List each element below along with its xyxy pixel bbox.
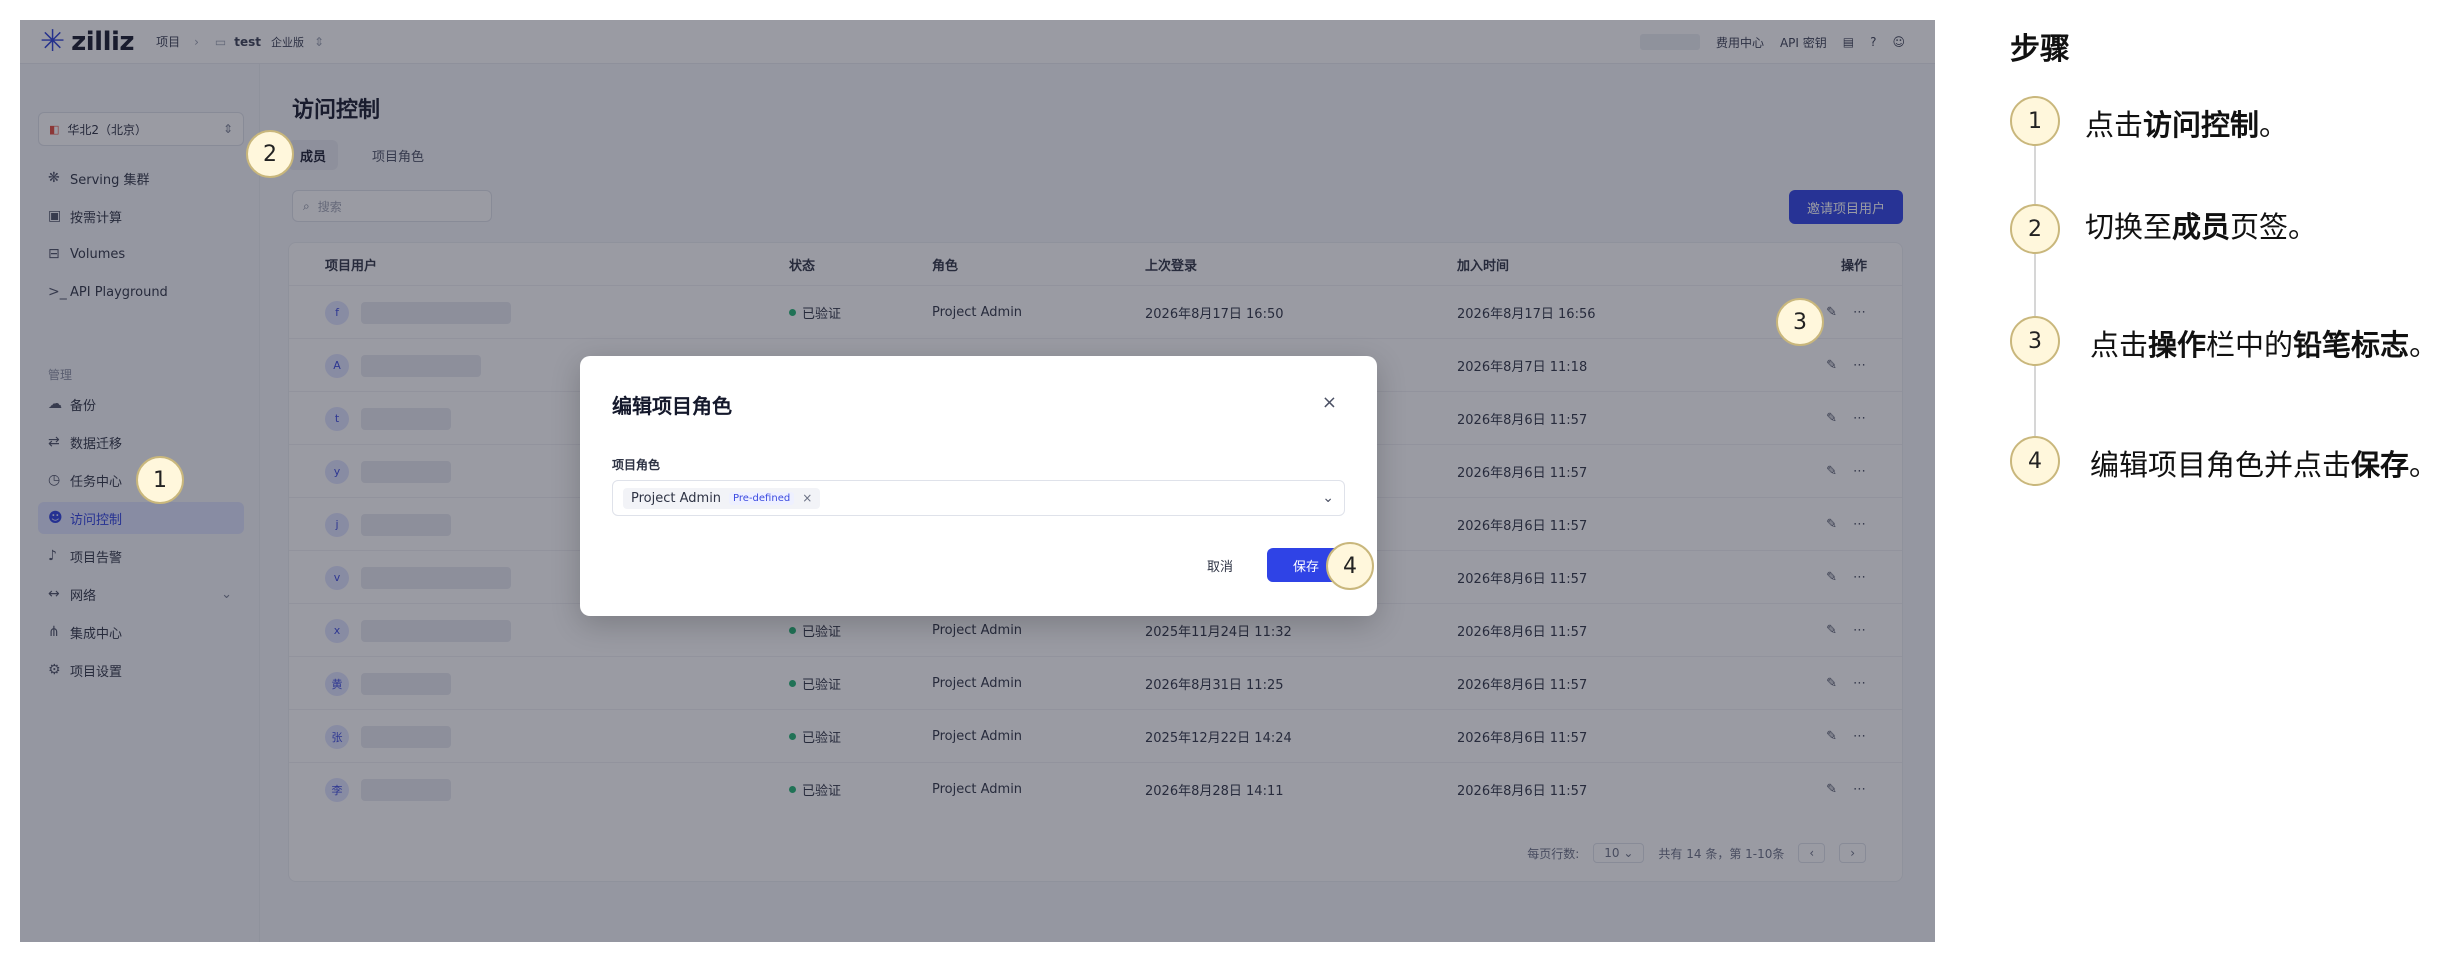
- edit-role-dialog: 编辑项目角色 × 项目角色 Project Admin Pre-defined …: [580, 356, 1377, 616]
- step-text-bold: 铅笔标志: [2293, 328, 2410, 362]
- predefined-tag: Pre-defined: [729, 491, 795, 505]
- cancel-button[interactable]: 取消: [1185, 548, 1255, 582]
- step-text: 编辑项目角色并点击保存。: [2090, 442, 2438, 484]
- role-select[interactable]: Project Admin Pre-defined × ⌄: [612, 480, 1345, 516]
- step-text-bold: 访问控制: [2143, 108, 2260, 142]
- role-chip-label: Project Admin: [631, 490, 722, 506]
- step-text-bold: 保存: [2351, 448, 2410, 482]
- chevron-down-icon: ⌄: [1322, 490, 1334, 506]
- callout-1: 1: [136, 456, 184, 504]
- remove-chip-icon[interactable]: ×: [802, 491, 812, 505]
- step-text-part: 。: [2409, 448, 2439, 482]
- dialog-title: 编辑项目角色: [612, 394, 732, 418]
- step-text-part: 编辑项目角色并点击: [2090, 448, 2352, 482]
- role-chip: Project Admin Pre-defined ×: [623, 487, 821, 509]
- step-text-part: 页签。: [2230, 210, 2318, 244]
- steps-title: 步骤: [2010, 32, 2070, 67]
- step-number: 4: [2010, 436, 2060, 486]
- callout-2: 2: [246, 130, 294, 178]
- step-connector: [2034, 366, 2036, 436]
- steps-panel: 步骤 1 点击访问控制。 2 切换至成员页签。 3 点击操作栏中的铅笔标志。 4…: [1935, 0, 2456, 962]
- step-number: 3: [2010, 316, 2060, 366]
- step-text-bold: 成员: [2172, 210, 2231, 244]
- step-text-part: 点击: [2090, 328, 2149, 362]
- step-connector: [2034, 254, 2036, 316]
- step-text-part: 栏中的: [2206, 328, 2294, 362]
- callout-3: 3: [1776, 298, 1824, 346]
- step-text: 点击访问控制。: [2085, 102, 2288, 144]
- step-text: 切换至成员页签。: [2085, 204, 2317, 246]
- step-text: 点击操作栏中的铅笔标志。: [2090, 322, 2438, 364]
- step-connector: [2034, 146, 2036, 204]
- role-field-label: 项目角色: [612, 458, 661, 472]
- app-screenshot: ✳ zilliz 项目 › ▭ test 企业版 ⇕ 费用中心 API 密钥 ▤…: [20, 20, 1935, 942]
- step-text-part: 。: [2409, 328, 2439, 362]
- step-text-part: 切换至: [2085, 210, 2173, 244]
- step-text-part: 。: [2259, 108, 2289, 142]
- callout-4: 4: [1326, 542, 1374, 590]
- close-icon[interactable]: ×: [1322, 392, 1337, 413]
- step-number: 1: [2010, 96, 2060, 146]
- step-number: 2: [2010, 204, 2060, 254]
- step-text-bold: 操作: [2148, 328, 2207, 362]
- step-text-part: 点击: [2085, 108, 2144, 142]
